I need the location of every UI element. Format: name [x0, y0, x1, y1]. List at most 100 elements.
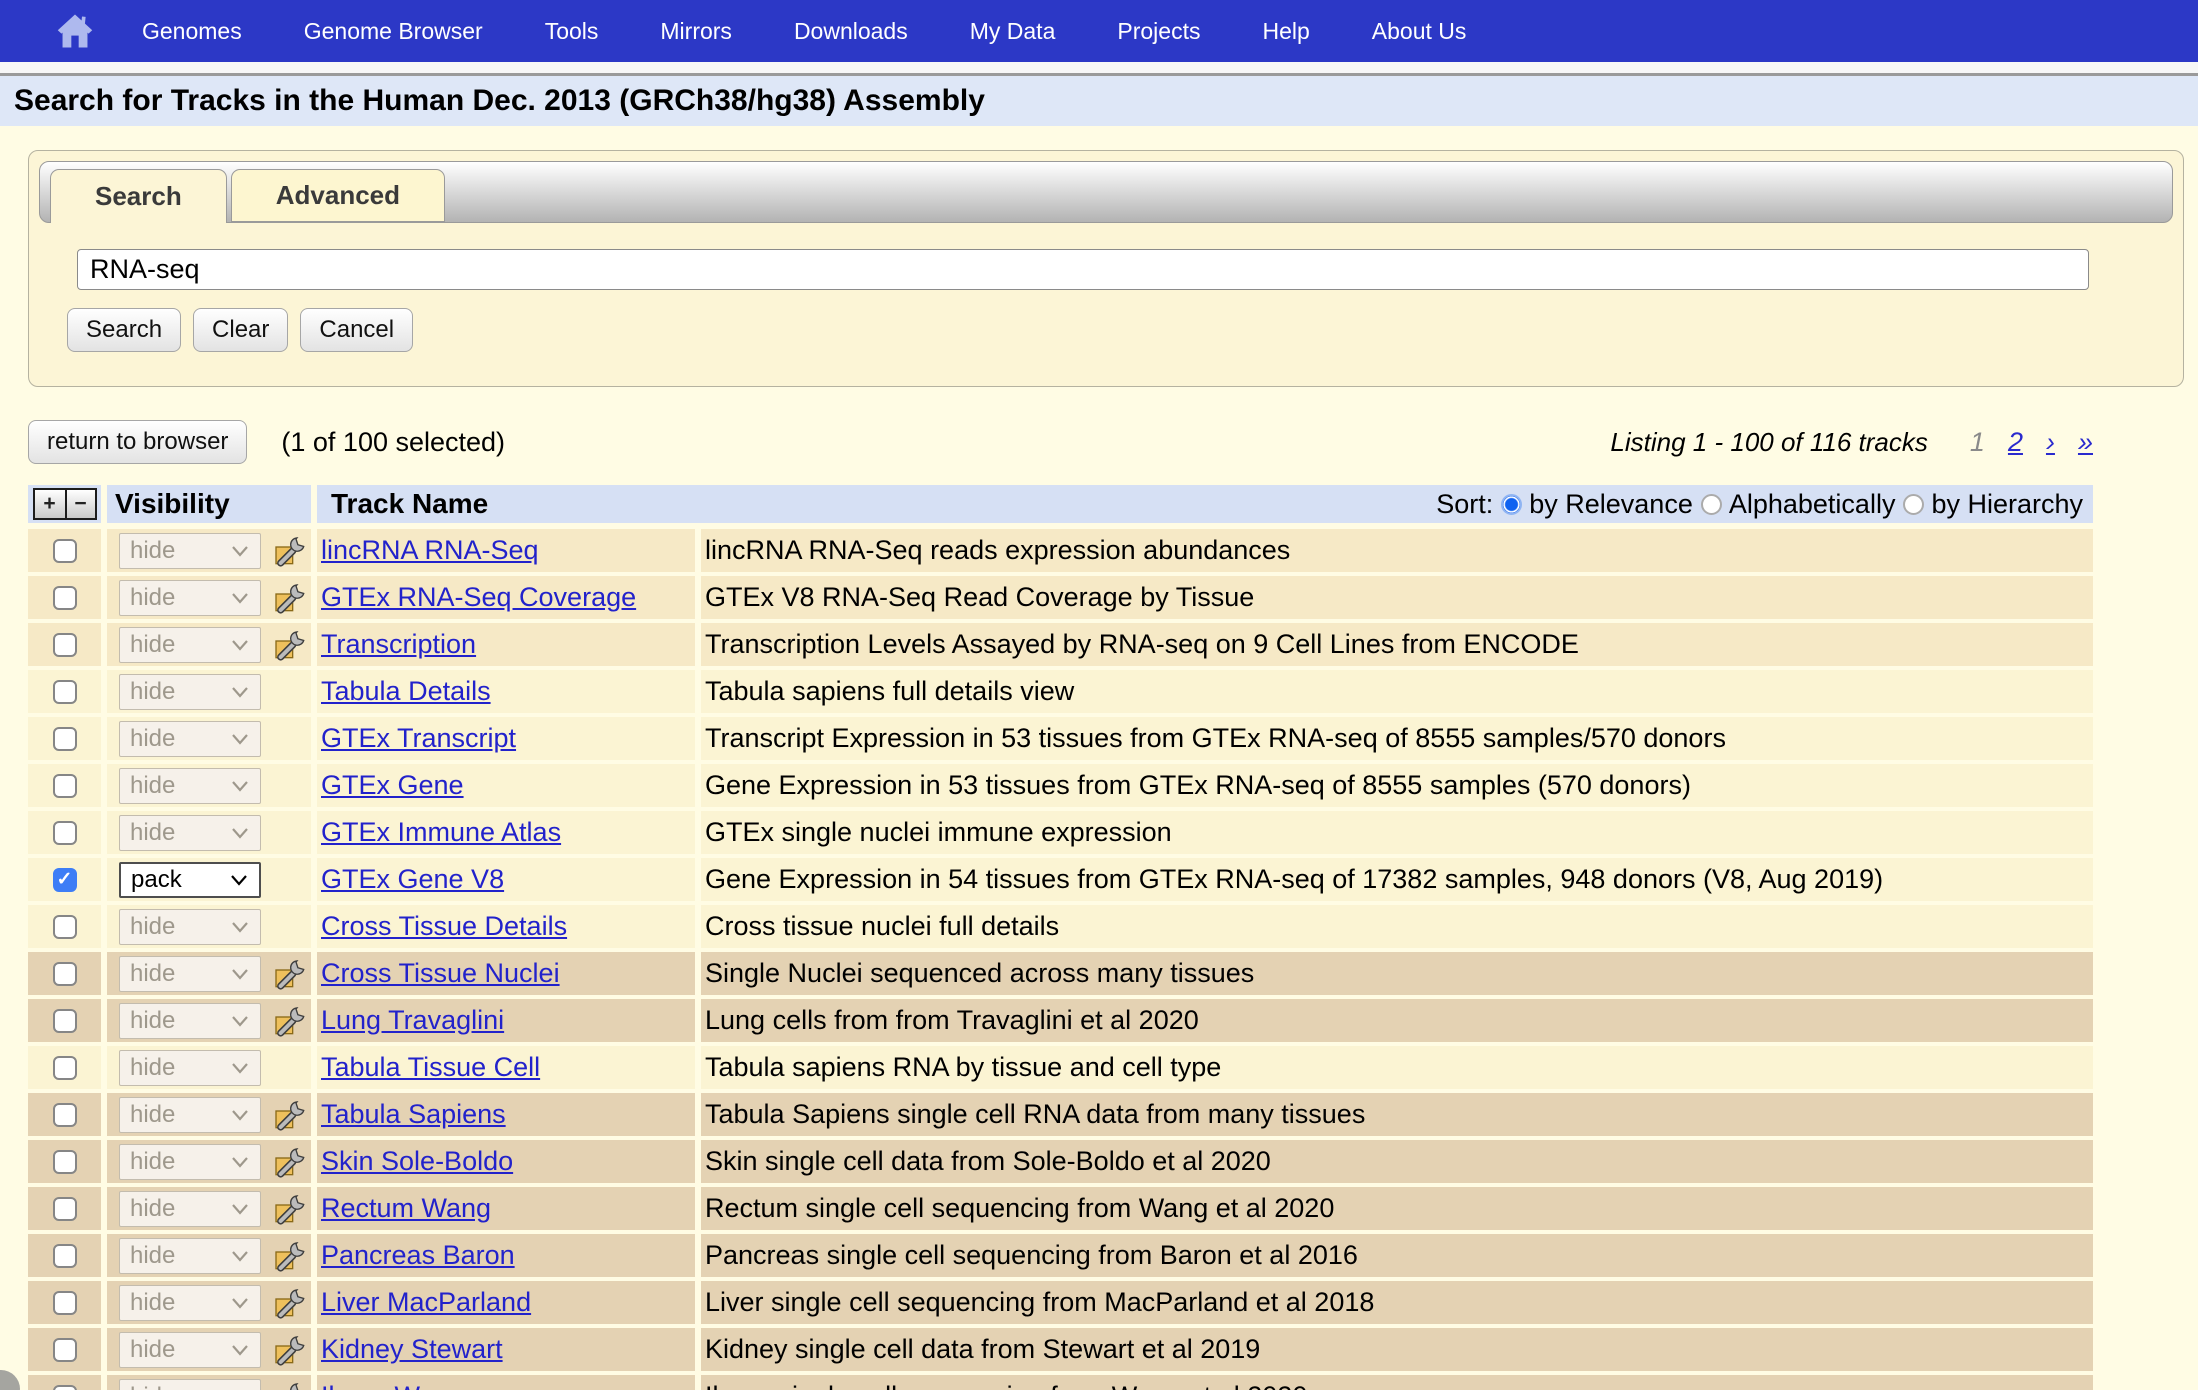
select-all-plus-button[interactable]: +	[35, 490, 65, 518]
track-name-link[interactable]: GTEx RNA-Seq Coverage	[317, 582, 636, 613]
wrench-icon[interactable]	[274, 1287, 306, 1319]
tab-advanced[interactable]: Advanced	[231, 169, 445, 222]
track-name-link[interactable]: GTEx Gene	[317, 770, 464, 801]
select-all-minus-button[interactable]: −	[65, 490, 95, 518]
sort-alphabetically[interactable]: Alphabetically	[1701, 489, 1896, 520]
nav-item-about-us[interactable]: About Us	[1372, 18, 1467, 45]
track-checkbox[interactable]	[53, 1291, 77, 1315]
visibility-select[interactable]: hide	[119, 1097, 261, 1133]
radio-alphabetically[interactable]	[1701, 494, 1722, 515]
track-name-link[interactable]: GTEx Gene V8	[317, 864, 504, 895]
visibility-select[interactable]: hide	[119, 1238, 261, 1274]
clear-button[interactable]: Clear	[193, 308, 288, 352]
wrench-icon[interactable]	[274, 1146, 306, 1178]
visibility-select[interactable]: hide	[119, 533, 261, 569]
scrollbar-nub[interactable]	[0, 1370, 20, 1390]
wrench-icon[interactable]	[274, 535, 306, 567]
nav-item-tools[interactable]: Tools	[545, 18, 599, 45]
track-name-link[interactable]: Transcription	[317, 629, 476, 660]
sort-by-relevance[interactable]: by Relevance	[1501, 489, 1693, 520]
wrench-icon[interactable]	[274, 1334, 306, 1366]
visibility-select[interactable]: hide	[119, 909, 261, 945]
visibility-select[interactable]: hide	[119, 1191, 261, 1227]
track-name-link[interactable]: GTEx Transcript	[317, 723, 516, 754]
tab-search[interactable]: Search	[50, 169, 227, 223]
track-name-link[interactable]: Kidney Stewart	[317, 1334, 503, 1365]
track-checkbox[interactable]	[53, 1197, 77, 1221]
track-checkbox[interactable]	[53, 962, 77, 986]
wrench-icon[interactable]	[274, 1005, 306, 1037]
track-name-link[interactable]: Tabula Sapiens	[317, 1099, 506, 1130]
page-next-link[interactable]: ›	[2046, 427, 2055, 458]
visibility-select[interactable]: hide	[119, 815, 261, 851]
track-name-link[interactable]: Cross Tissue Nuclei	[317, 958, 560, 989]
wrench-icon[interactable]	[274, 582, 306, 614]
nav-item-help[interactable]: Help	[1262, 18, 1309, 45]
visibility-select[interactable]: hide	[119, 1050, 261, 1086]
visibility-select[interactable]: pack	[119, 862, 261, 898]
track-checkbox[interactable]	[53, 1385, 77, 1390]
wrench-icon[interactable]	[274, 629, 306, 661]
track-checkbox[interactable]	[53, 868, 77, 892]
nav-item-my-data[interactable]: My Data	[970, 18, 1056, 45]
return-to-browser-button[interactable]: return to browser	[28, 420, 247, 464]
track-checkbox[interactable]	[53, 1103, 77, 1127]
track-checkbox[interactable]	[53, 1338, 77, 1362]
row-checkbox-cell	[28, 1140, 101, 1183]
radio-by-relevance[interactable]	[1501, 494, 1522, 515]
visibility-select[interactable]: hide	[119, 580, 261, 616]
track-name-link[interactable]: Liver MacParland	[317, 1287, 531, 1318]
visibility-select[interactable]: hide	[119, 674, 261, 710]
nav-item-downloads[interactable]: Downloads	[794, 18, 908, 45]
visibility-select[interactable]: hide	[119, 1144, 261, 1180]
row-desc-cell: Tabula Sapiens single cell RNA data from…	[701, 1093, 2093, 1136]
wrench-icon[interactable]	[274, 1381, 306, 1390]
wrench-icon[interactable]	[274, 1193, 306, 1225]
track-name-link[interactable]: Rectum Wang	[317, 1193, 491, 1224]
track-checkbox[interactable]	[53, 821, 77, 845]
track-name-link[interactable]: Tabula Details	[317, 676, 491, 707]
visibility-select[interactable]: hide	[119, 1003, 261, 1039]
track-name-link[interactable]: Skin Sole-Boldo	[317, 1146, 513, 1177]
track-checkbox[interactable]	[53, 1244, 77, 1268]
home-icon[interactable]	[52, 8, 98, 54]
track-checkbox[interactable]	[53, 1056, 77, 1080]
search-button[interactable]: Search	[67, 308, 181, 352]
track-name-link[interactable]: Ileum Wang	[317, 1381, 464, 1390]
track-checkbox[interactable]	[53, 680, 77, 704]
wrench-icon[interactable]	[274, 1099, 306, 1131]
track-name-link[interactable]: Cross Tissue Details	[317, 911, 567, 942]
track-name-link[interactable]: Lung Travaglini	[317, 1005, 504, 1036]
track-checkbox[interactable]	[53, 539, 77, 563]
track-checkbox[interactable]	[53, 727, 77, 751]
page-2-link[interactable]: 2	[2008, 427, 2023, 458]
track-name-link[interactable]: Pancreas Baron	[317, 1240, 515, 1271]
visibility-select[interactable]: hide	[119, 768, 261, 804]
search-input[interactable]	[77, 249, 2089, 290]
page-last-link[interactable]: »	[2078, 427, 2093, 458]
nav-item-projects[interactable]: Projects	[1117, 18, 1200, 45]
wrench-icon[interactable]	[274, 958, 306, 990]
track-checkbox[interactable]	[53, 633, 77, 657]
visibility-select[interactable]: hide	[119, 1332, 261, 1368]
sort-by-hierarchy[interactable]: by Hierarchy	[1903, 489, 2083, 520]
track-checkbox[interactable]	[53, 915, 77, 939]
track-checkbox[interactable]	[53, 1150, 77, 1174]
track-name-link[interactable]: GTEx Immune Atlas	[317, 817, 561, 848]
track-checkbox[interactable]	[53, 586, 77, 610]
visibility-select[interactable]: hide	[119, 1379, 261, 1390]
nav-item-mirrors[interactable]: Mirrors	[660, 18, 732, 45]
track-name-link[interactable]: Tabula Tissue Cell	[317, 1052, 540, 1083]
cancel-button[interactable]: Cancel	[300, 308, 413, 352]
visibility-select[interactable]: hide	[119, 1285, 261, 1321]
visibility-select[interactable]: hide	[119, 956, 261, 992]
nav-item-genome-browser[interactable]: Genome Browser	[304, 18, 483, 45]
track-checkbox[interactable]	[53, 1009, 77, 1033]
track-checkbox[interactable]	[53, 774, 77, 798]
visibility-select[interactable]: hide	[119, 721, 261, 757]
nav-item-genomes[interactable]: Genomes	[142, 18, 242, 45]
track-name-link[interactable]: lincRNA RNA-Seq	[317, 535, 539, 566]
visibility-select[interactable]: hide	[119, 627, 261, 663]
wrench-icon[interactable]	[274, 1240, 306, 1272]
radio-by-hierarchy[interactable]	[1903, 494, 1924, 515]
